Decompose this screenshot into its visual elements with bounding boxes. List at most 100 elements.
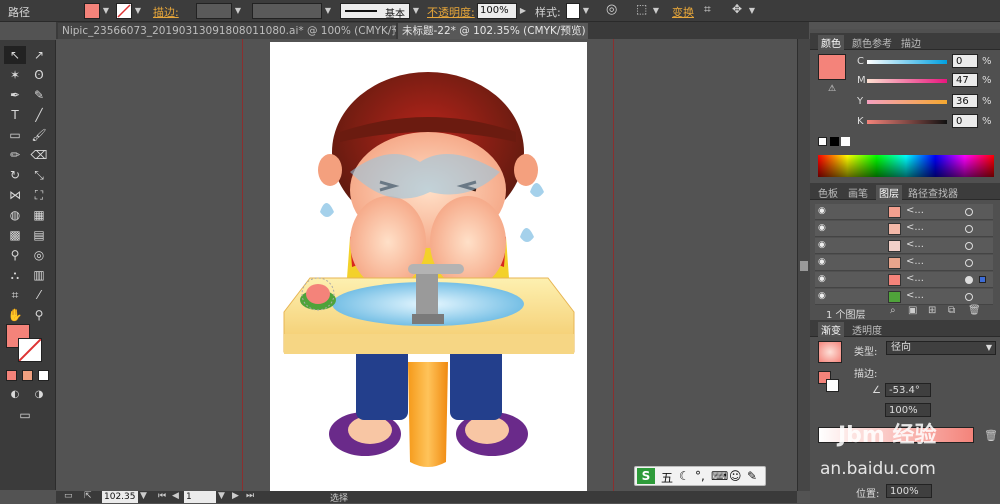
stroke-dropdown-icon[interactable]: ▼: [132, 3, 144, 19]
target-circle-icon[interactable]: [965, 225, 973, 233]
slider-c[interactable]: [867, 60, 947, 64]
tab-swatches[interactable]: 色板: [818, 185, 838, 200]
rectangle-tool-icon[interactable]: ▭: [4, 126, 26, 144]
rotate-tool-icon[interactable]: ↻: [4, 166, 26, 184]
moon-icon[interactable]: ☾: [679, 469, 690, 483]
stroke-link[interactable]: 描边:: [153, 4, 179, 20]
artboard-number-field[interactable]: 1: [184, 491, 216, 503]
ime-mode-label[interactable]: 五: [661, 469, 673, 486]
black-swatch[interactable]: [830, 137, 839, 146]
ime-toolbar[interactable]: S 五 ☾ °, ⌨ ☺ ✎: [634, 466, 766, 486]
slider-value-c[interactable]: 0: [952, 54, 978, 68]
direct-selection-tool-icon[interactable]: ↗: [28, 46, 50, 64]
gradient-preview[interactable]: [818, 341, 842, 363]
visibility-eye-icon[interactable]: ◉: [818, 274, 826, 284]
hand-tool-icon[interactable]: ✋: [4, 306, 26, 324]
tab-nipic-document[interactable]: Nipic_23566073_20190313091808011080.ai* …: [58, 23, 396, 39]
layer-row[interactable]: ◉ <...: [815, 272, 993, 288]
keyboard-icon[interactable]: ⌨: [711, 469, 728, 483]
slider-value-y[interactable]: 36: [952, 94, 978, 108]
variable-width-field[interactable]: [252, 3, 322, 19]
draw-mode-icon[interactable]: ◐: [4, 386, 26, 404]
pencil-tool-icon[interactable]: ✏: [4, 146, 26, 164]
tab-untitled-22[interactable]: 未标题-22* @ 102.35% (CMYK/预览)×: [398, 23, 588, 39]
style-dropdown-icon[interactable]: ▼: [580, 3, 592, 19]
tab-pathfinder[interactable]: 路径查找器: [908, 185, 958, 200]
layer-row[interactable]: ◉ <...: [815, 238, 993, 254]
user-icon[interactable]: ☺: [729, 469, 742, 483]
visibility-eye-icon[interactable]: ◉: [818, 291, 826, 301]
target-circle-icon[interactable]: [965, 259, 973, 267]
artboard[interactable]: [270, 42, 587, 491]
line-tool-icon[interactable]: ╱: [28, 106, 50, 124]
target-circle-icon[interactable]: [965, 293, 973, 301]
free-transform-tool-icon[interactable]: ⛶: [28, 186, 50, 204]
tab-gradient[interactable]: 渐变: [818, 322, 844, 337]
column-graph-tool-icon[interactable]: ▥: [28, 266, 50, 284]
new-layer-icon[interactable]: ⧉: [948, 305, 955, 316]
prev-artboard-icon[interactable]: ◀: [172, 491, 179, 501]
export-icon[interactable]: ⇱: [84, 491, 92, 501]
opacity-link[interactable]: 不透明度:: [427, 4, 475, 20]
type-tool-icon[interactable]: T: [4, 106, 26, 124]
brush-field[interactable]: 基本: [340, 3, 410, 20]
stroke-weight-dropdown-icon[interactable]: ▼: [232, 3, 244, 19]
visibility-eye-icon[interactable]: ◉: [818, 240, 826, 250]
selection-tool-icon[interactable]: ↖: [4, 46, 26, 64]
gradient-type-select[interactable]: 径向 ▼: [886, 341, 996, 355]
fill-swatch[interactable]: [84, 3, 100, 19]
punctuation-icon[interactable]: °,: [695, 469, 705, 483]
width-tool-icon[interactable]: ⋈: [4, 186, 26, 204]
align-icon[interactable]: ⬚: [636, 2, 647, 16]
locate-object-icon[interactable]: ⌕: [890, 305, 896, 316]
symbol-sprayer-tool-icon[interactable]: ⛬: [4, 266, 26, 284]
slider-value-m[interactable]: 47: [952, 73, 978, 87]
slider-y[interactable]: [867, 100, 947, 104]
layer-row[interactable]: ◉ <...: [815, 255, 993, 271]
gradient-stroke-icon[interactable]: [826, 379, 839, 392]
variable-width-dropdown-icon[interactable]: ▼: [322, 3, 334, 19]
scroll-thumb[interactable]: [800, 261, 808, 271]
stroke-swatch[interactable]: [116, 3, 132, 19]
layer-row[interactable]: ◉ <...: [815, 289, 993, 305]
arrange-icon[interactable]: ✥: [732, 2, 742, 16]
tab-stroke[interactable]: 描边: [901, 35, 921, 50]
tab-color-guide[interactable]: 颜色参考: [852, 35, 892, 50]
scale-tool-icon[interactable]: ⤡: [28, 166, 50, 184]
curvature-tool-icon[interactable]: ✎: [28, 86, 50, 104]
next-artboard-icon[interactable]: ▶: [232, 491, 239, 501]
target-circle-icon[interactable]: [965, 276, 973, 284]
transform-link[interactable]: 变换: [672, 4, 694, 20]
draw-behind-icon[interactable]: ◑: [28, 386, 50, 404]
tab-brushes[interactable]: 画笔: [848, 185, 868, 200]
layer-row[interactable]: ◉ <...: [815, 221, 993, 237]
screen-mode-icon[interactable]: ▭: [14, 406, 36, 424]
canvas-vertical-scrollbar[interactable]: [797, 39, 810, 491]
tab-color[interactable]: 颜色: [818, 35, 844, 50]
white-swatch[interactable]: [841, 137, 850, 146]
boy-washing-face-illustration[interactable]: [270, 42, 587, 491]
delete-layer-icon[interactable]: 🗑: [968, 305, 981, 316]
opacity-dropdown-icon[interactable]: ▶: [517, 3, 529, 19]
slider-k[interactable]: [867, 120, 947, 124]
gradient-angle-field[interactable]: -53.4°: [885, 383, 931, 397]
visibility-eye-icon[interactable]: ◉: [818, 257, 826, 267]
none-mode-icon[interactable]: [38, 370, 49, 381]
artboard-dropdown-icon[interactable]: ▼: [218, 491, 225, 501]
isolate-icon[interactable]: ⌗: [704, 2, 711, 17]
slice-tool-icon[interactable]: ⁄: [28, 286, 50, 304]
mesh-tool-icon[interactable]: ▩: [4, 226, 26, 244]
layer-row[interactable]: ◉ <...: [815, 204, 993, 220]
stroke-color-icon[interactable]: [18, 338, 42, 362]
perspective-grid-tool-icon[interactable]: ▦: [28, 206, 50, 224]
paintbrush-tool-icon[interactable]: 🖌: [28, 126, 50, 144]
brush-dropdown-icon[interactable]: ▼: [410, 3, 422, 19]
align-dropdown-icon[interactable]: ▼: [650, 3, 662, 19]
clipping-mask-icon[interactable]: ▣: [908, 305, 917, 316]
none-swatch-icon[interactable]: [818, 137, 827, 146]
gradient-tool-icon[interactable]: ▤: [28, 226, 50, 244]
stroke-weight-field[interactable]: [196, 3, 232, 19]
color-panel-fill-swatch[interactable]: [818, 54, 846, 80]
artboard-nav-icon[interactable]: ▭: [64, 491, 73, 501]
color-mode-icon[interactable]: [6, 370, 17, 381]
